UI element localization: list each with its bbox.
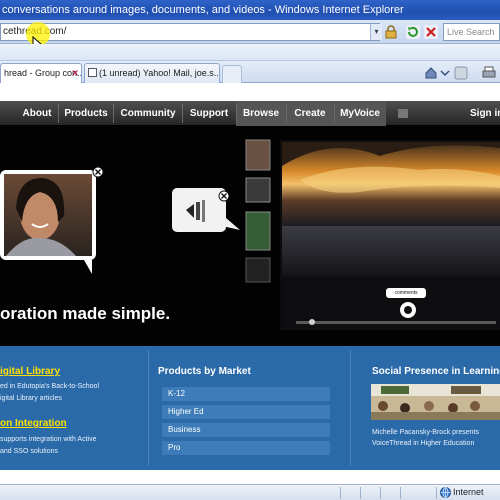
nav-support[interactable]: Support [184, 101, 234, 126]
player-control-label: comments [394, 290, 418, 296]
market-item-pro[interactable]: Pro [162, 441, 330, 455]
webcam-thumbnail[interactable] [0, 170, 96, 274]
window-title: conversations around images, documents, … [2, 4, 404, 16]
window-title-bar: conversations around images, documents, … [0, 0, 500, 20]
status-divider [400, 487, 401, 499]
search-placeholder: Live Search [447, 27, 495, 37]
address-toolbar: cethread.com/ ▾ Live Search [0, 20, 500, 44]
products-by-market-heading: Products by Market [158, 366, 251, 377]
hero-tagline: oration made simple. [0, 304, 171, 323]
nav-products[interactable]: Products [60, 101, 112, 126]
new-tab-button[interactable] [222, 65, 242, 83]
nav-divider [113, 104, 114, 123]
search-input[interactable]: Live Search [443, 23, 500, 41]
globe-icon [440, 487, 451, 498]
market-item-business[interactable]: Business [162, 423, 330, 437]
home-dropdown-icon[interactable] [438, 66, 452, 80]
audio-comment-bubble[interactable] [172, 188, 240, 232]
market-item-k12[interactable]: K-12 [162, 387, 330, 401]
nav-divider [334, 104, 335, 123]
status-bar: Internet [0, 484, 500, 500]
social-presence-caption: VoiceThread in Higher Education [372, 440, 475, 447]
nav-extra-icon [398, 109, 408, 118]
nav-browse[interactable]: Browse [238, 101, 284, 126]
nav-divider [236, 104, 237, 123]
digital-library-link[interactable]: igital Library [0, 366, 60, 377]
refresh-icon[interactable] [406, 25, 420, 39]
nav-myvoice[interactable]: MyVoice [336, 101, 384, 126]
status-divider [360, 487, 361, 499]
column-divider [350, 350, 351, 466]
sign-in-link[interactable]: Sign in [470, 101, 500, 126]
nav-divider [182, 104, 183, 123]
address-input[interactable]: cethread.com/ [0, 23, 380, 41]
site-nav-bar: About Products Community Support Browse … [0, 101, 500, 126]
digital-library-text: ed in Edutopia's Back-to-School [0, 383, 100, 390]
security-zone-label: Internet [453, 487, 484, 497]
favorites-bar [0, 44, 500, 61]
stop-icon[interactable] [424, 25, 438, 39]
print-icon[interactable] [482, 66, 496, 80]
nav-about[interactable]: About [14, 101, 60, 126]
yahoo-mail-icon [88, 68, 97, 77]
status-divider [436, 487, 437, 499]
tab-close-icon[interactable]: ✕ [71, 64, 79, 82]
column-divider [148, 350, 149, 466]
tab-label: (1 unread) Yahoo! Mail, joe.s... [99, 68, 220, 78]
close-icon[interactable] [218, 190, 230, 202]
status-divider [340, 487, 341, 499]
integration-text: supports integration with Active [0, 436, 97, 443]
digital-library-text: igital Library articles [0, 395, 62, 402]
nav-create[interactable]: Create [288, 101, 332, 126]
tab-yahoo-mail[interactable]: (1 unread) Yahoo! Mail, joe.s... [84, 63, 220, 83]
integration-link[interactable]: on Integration [0, 418, 67, 429]
feeds-icon[interactable] [454, 66, 468, 80]
home-icon[interactable] [424, 66, 438, 80]
status-divider [380, 487, 381, 499]
close-icon[interactable] [92, 166, 104, 178]
nav-divider [286, 104, 287, 123]
social-presence-heading: Social Presence in Learning [372, 366, 500, 377]
nav-community[interactable]: Community [116, 101, 180, 126]
nav-divider [58, 104, 59, 123]
market-item-higher-ed[interactable]: Higher Ed [162, 405, 330, 419]
tab-bar: hread - Group con... ✕ (1 unread) Yahoo!… [0, 61, 500, 83]
integration-text: and SSO solutions [0, 448, 58, 455]
tab-voicethread[interactable]: hread - Group con... ✕ [0, 63, 82, 83]
tab-label: hread - Group con... [4, 68, 82, 78]
lock-icon[interactable] [385, 25, 397, 39]
commenter-avatars [245, 139, 271, 283]
address-dropdown-button[interactable]: ▾ [370, 24, 382, 40]
classroom-photo[interactable] [371, 384, 500, 420]
media-viewer[interactable] [280, 140, 500, 330]
